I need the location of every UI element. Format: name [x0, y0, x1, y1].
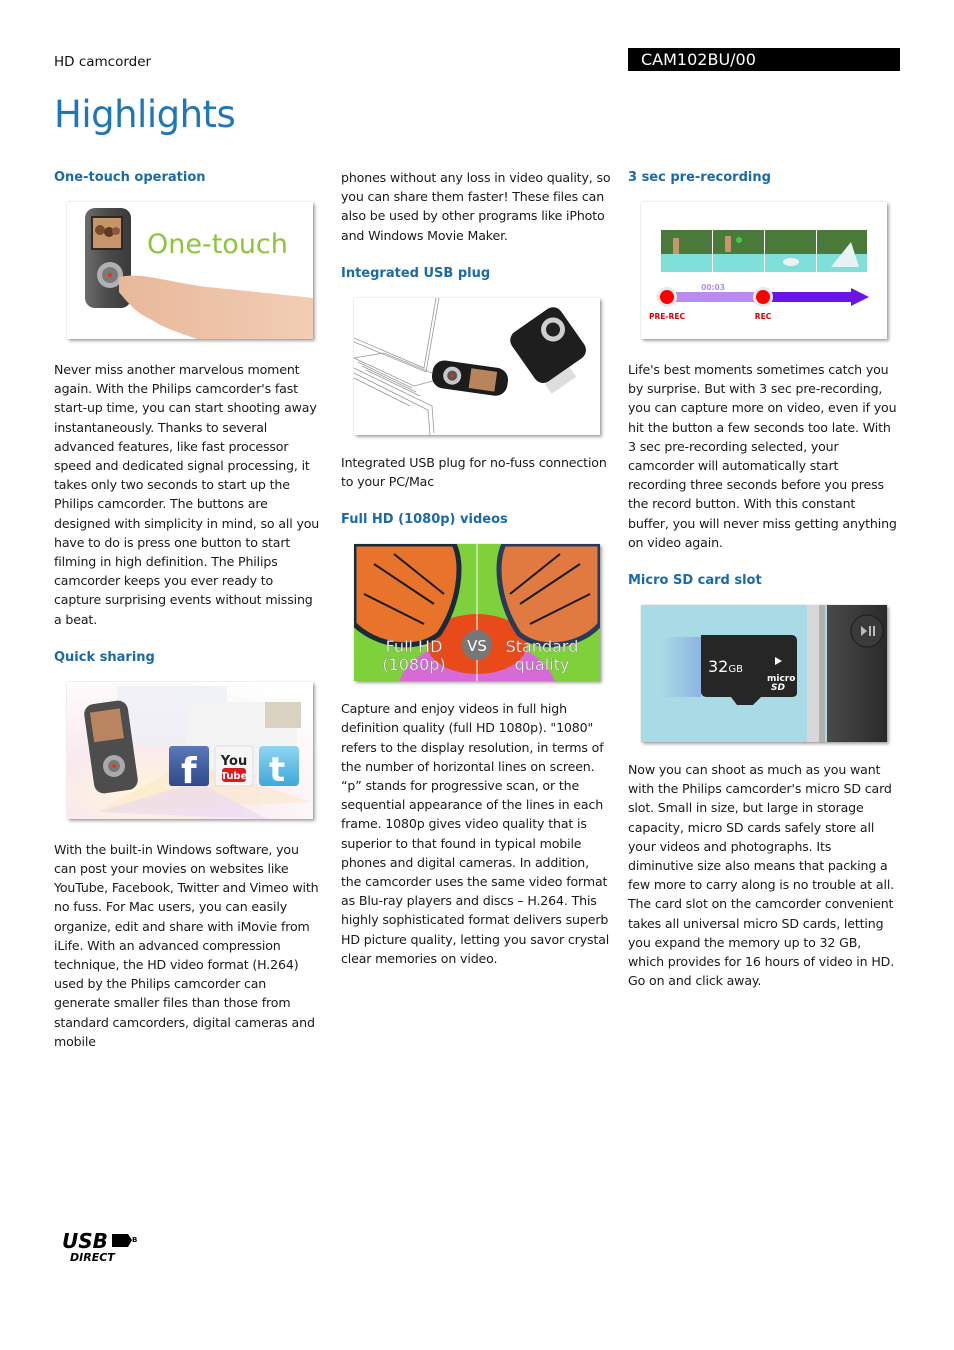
micro-sd-card-illustration: 32GB micro SD: [641, 605, 887, 743]
twitter-icon: t: [259, 745, 299, 790]
column-left: One-touch operation One-touch Never miss…: [54, 168, 324, 1051]
section-heading-one-touch: One-touch operation: [54, 170, 206, 185]
timer-label: 00:03: [701, 283, 725, 292]
quick-sharing-description: With the built-in Windows software, you …: [54, 841, 319, 1049]
facebook-icon: f: [169, 745, 209, 792]
column-right: 3 sec pre-recording 00:03 PRE-REC REC Li…: [628, 168, 898, 990]
pre-rec-label: PRE-REC: [649, 312, 685, 321]
svg-text:USB: USB: [62, 1229, 108, 1253]
section-heading-pre-recording: 3 sec pre-recording: [628, 170, 771, 185]
rec-label: REC: [755, 312, 772, 321]
standard-label: Standard: [506, 637, 579, 656]
svg-text:DIRECT: DIRECT: [70, 1251, 116, 1264]
column-middle: phones without any loss in video quality…: [341, 168, 611, 968]
vs-label: VS: [467, 637, 487, 655]
full-hd-label: Full HD: [386, 637, 443, 656]
pre-recording-image: 00:03 PRE-REC REC: [641, 202, 887, 339]
youtube-icon: You Tube: [214, 745, 254, 787]
svg-text:Tube: Tube: [221, 771, 248, 782]
full-hd-comparison-image: VS Full HD (1080p) Standard quality: [354, 544, 600, 682]
one-touch-image: One-touch: [67, 202, 313, 339]
section-heading-micro-sd: Micro SD card slot: [628, 573, 762, 589]
usb-plug-image: [354, 297, 600, 435]
pool-filmstrip: [661, 230, 867, 272]
product-type: HD camcorder: [54, 54, 152, 70]
micro-sd-image: 32GB micro SD: [641, 605, 887, 743]
svg-text:f: f: [181, 751, 197, 792]
resolution-label: (1080p): [382, 655, 445, 674]
quality-label: quality: [515, 655, 570, 674]
full-hd-description: Capture and enjoy videos in full high de…: [341, 701, 610, 966]
one-touch-caption: One-touch: [147, 229, 288, 260]
micro-sd-description: Now you can shoot as much as you want wi…: [628, 762, 895, 989]
pre-recording-timeline: 00:03 PRE-REC REC: [649, 230, 869, 321]
usb-direct-logo: USB B DIRECT: [62, 1228, 142, 1266]
quick-sharing-image: f You Tube t: [67, 681, 313, 819]
section-heading-quick-sharing: Quick sharing: [54, 649, 155, 665]
butterfly-comparison-illustration: VS Full HD (1080p) Standard quality: [354, 544, 600, 682]
sharing-illustration: f You Tube t: [67, 681, 313, 819]
svg-text:You: You: [220, 754, 247, 769]
laptop-usb-illustration: [354, 297, 586, 435]
camcorder-hand-illustration: One-touch: [85, 208, 313, 339]
play-pause-icon: [850, 614, 884, 648]
one-touch-description: Never miss another marvelous moment agai…: [54, 362, 320, 627]
quick-sharing-description-continued: phones without any loss in video quality…: [341, 170, 611, 243]
page-title: Highlights: [54, 93, 236, 136]
usb-direct-logo-icon: USB B DIRECT: [62, 1229, 137, 1264]
svg-text:B: B: [132, 1236, 137, 1244]
section-heading-usb-plug: Integrated USB plug: [341, 265, 491, 281]
svg-text:t: t: [269, 750, 285, 790]
pre-recording-description: Life's best moments sometimes catch you …: [628, 362, 897, 550]
model-number-badge: CAM102BU/00: [628, 48, 900, 71]
section-heading-full-hd: Full HD (1080p) videos: [341, 512, 508, 528]
usb-plug-description: Integrated USB plug for no-fuss connecti…: [341, 454, 607, 490]
svg-text:SD: SD: [771, 683, 785, 693]
